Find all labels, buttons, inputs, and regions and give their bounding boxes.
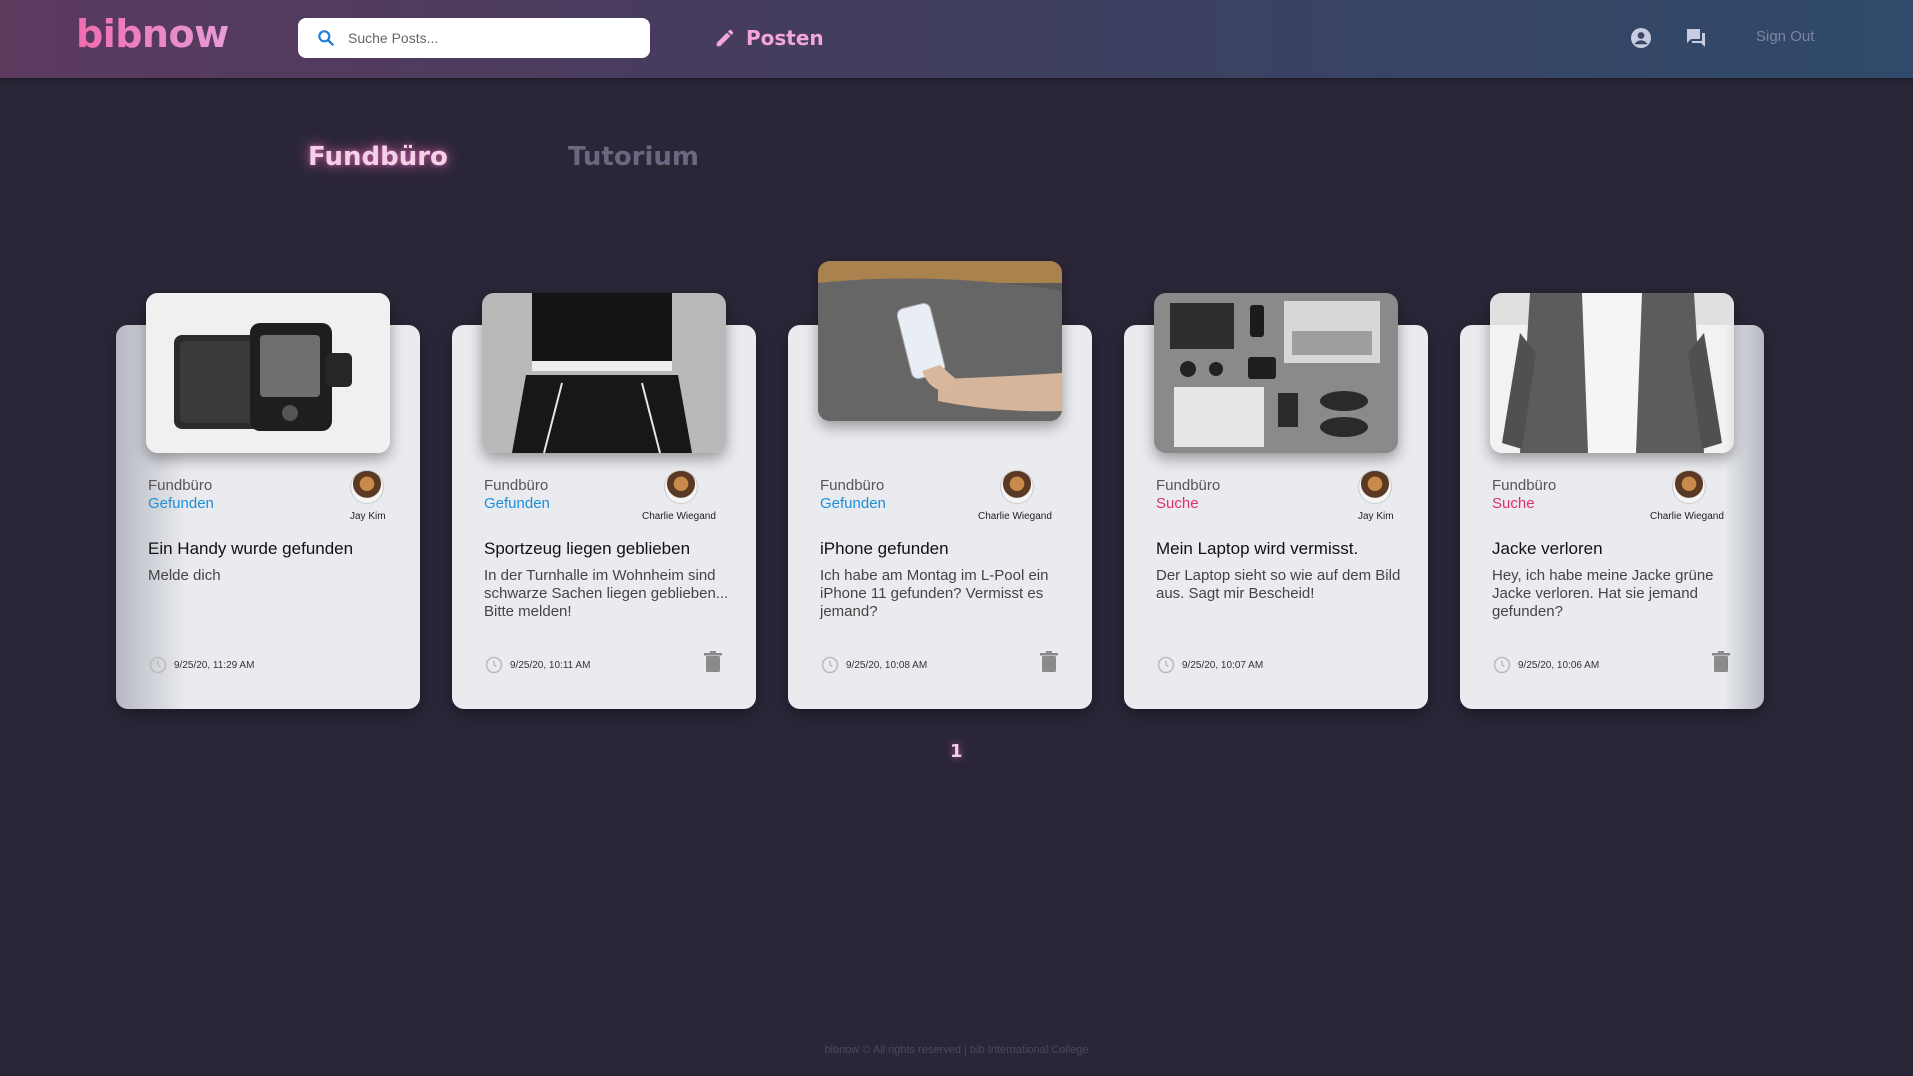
jacket-illustration (1490, 293, 1734, 453)
post-description: Ich habe am Montag im L-Pool ein iPhone … (820, 567, 1049, 620)
clock-icon (1493, 656, 1511, 674)
account-icon[interactable] (1629, 26, 1653, 50)
post-status: Gefunden (148, 495, 214, 512)
avatar[interactable] (1358, 470, 1392, 504)
post-status: Gefunden (820, 495, 886, 512)
post-status: Gefunden (484, 495, 550, 512)
trash-icon[interactable] (1040, 651, 1058, 673)
top-navbar: bibnow Posten Sign Out (0, 0, 1913, 78)
post-category: Fundbüro (148, 477, 213, 494)
post-author: Charlie Wiegand (642, 511, 716, 522)
post-image-sports-clothes (482, 293, 726, 453)
post-timestamp-text: 9/25/20, 10:06 AM (1518, 659, 1600, 671)
post-category: Fundbüro (820, 477, 885, 494)
wallet-phone-illustration (146, 293, 390, 453)
post-timestamp: 9/25/20, 10:11 AM (484, 655, 590, 675)
post-timestamp: 9/25/20, 10:07 AM (1156, 655, 1263, 675)
post-button[interactable]: Posten (714, 22, 824, 54)
post-title: Sportzeug liegen geblieben (484, 539, 691, 558)
post-category: Fundbüro (1156, 477, 1221, 494)
iphone-illustration (818, 261, 1062, 421)
avatar[interactable] (1000, 470, 1034, 504)
post-image-laptop-flatlay (1154, 293, 1398, 453)
post-title: Ein Handy wurde gefunden (148, 539, 354, 558)
search-icon (318, 30, 334, 46)
post-author: Jay Kim (1358, 511, 1394, 522)
trash-icon[interactable] (704, 651, 722, 673)
post-category: Fundbüro (1492, 477, 1557, 494)
post-title: iPhone gefunden (820, 539, 949, 558)
tab-fundbuero[interactable]: Fundbüro (308, 142, 448, 172)
post-description: Hey, ich habe meine Jacke grüne Jacke ve… (1492, 567, 1714, 620)
footer-text: bibnow © All rights reserved | bib Inter… (824, 1044, 1089, 1056)
post-title: Mein Laptop wird vermisst. (1156, 539, 1359, 558)
post-author: Charlie Wiegand (978, 511, 1052, 522)
post-title: Jacke verloren (1492, 539, 1603, 558)
laptop-flatlay-illustration (1154, 293, 1398, 453)
pencil-icon (716, 29, 734, 47)
chat-icon[interactable] (1684, 26, 1708, 50)
sports-clothes-illustration (482, 293, 726, 453)
post-timestamp-text: 9/25/20, 10:07 AM (1182, 659, 1264, 671)
clock-icon (821, 656, 839, 674)
clock-icon (1157, 656, 1175, 674)
post-card[interactable]: Fundbüro Suche Jay Kim Mein Laptop wird … (1124, 293, 1428, 709)
post-image-jacket (1490, 293, 1734, 453)
post-card[interactable]: Fundbüro Gefunden Jay Kim Ein Handy wurd… (116, 293, 420, 709)
trash-icon[interactable] (1712, 651, 1730, 673)
post-author: Charlie Wiegand (1650, 511, 1724, 522)
search-box[interactable] (298, 18, 650, 58)
avatar[interactable] (1672, 470, 1706, 504)
post-card[interactable]: Fundbüro Gefunden Charlie Wiegand iPhone… (788, 261, 1092, 709)
avatar[interactable] (664, 470, 698, 504)
avatar[interactable] (350, 470, 384, 504)
search-input[interactable] (348, 30, 628, 46)
sign-out-link[interactable]: Sign Out (1756, 28, 1814, 45)
post-description: Der Laptop sieht so wie auf dem Bild aus… (1156, 567, 1401, 602)
post-card[interactable]: Fundbüro Gefunden Charlie Wiegand Sportz… (452, 293, 756, 709)
post-status: Suche (1492, 495, 1535, 512)
pagination-page[interactable]: 1 (950, 741, 963, 762)
post-button-label: Posten (746, 26, 824, 50)
post-card[interactable]: Fundbüro Suche Charlie Wiegand Jacke ver… (1460, 293, 1764, 709)
post-timestamp: 9/25/20, 10:06 AM (1492, 655, 1599, 675)
clock-icon (149, 656, 167, 674)
post-timestamp-text: 9/25/20, 10:11 AM (510, 659, 591, 671)
post-image-iphone (818, 261, 1062, 421)
post-timestamp: 9/25/20, 10:08 AM (820, 655, 927, 675)
post-timestamp-text: 9/25/20, 10:08 AM (846, 659, 928, 671)
post-author: Jay Kim (350, 511, 386, 522)
tab-tutorium[interactable]: Tutorium (568, 142, 699, 172)
post-timestamp-text: 9/25/20, 11:29 AM (174, 659, 255, 671)
post-category: Fundbüro (484, 477, 549, 494)
post-description: Melde dich (148, 567, 221, 584)
post-timestamp: 9/25/20, 11:29 AM (148, 655, 254, 675)
post-image-wallet-phone (146, 293, 390, 453)
post-status: Suche (1156, 495, 1199, 512)
logo[interactable]: bibnow (76, 12, 229, 56)
post-description: In der Turnhalle im Wohnheim sind schwar… (484, 567, 729, 620)
clock-icon (485, 656, 503, 674)
